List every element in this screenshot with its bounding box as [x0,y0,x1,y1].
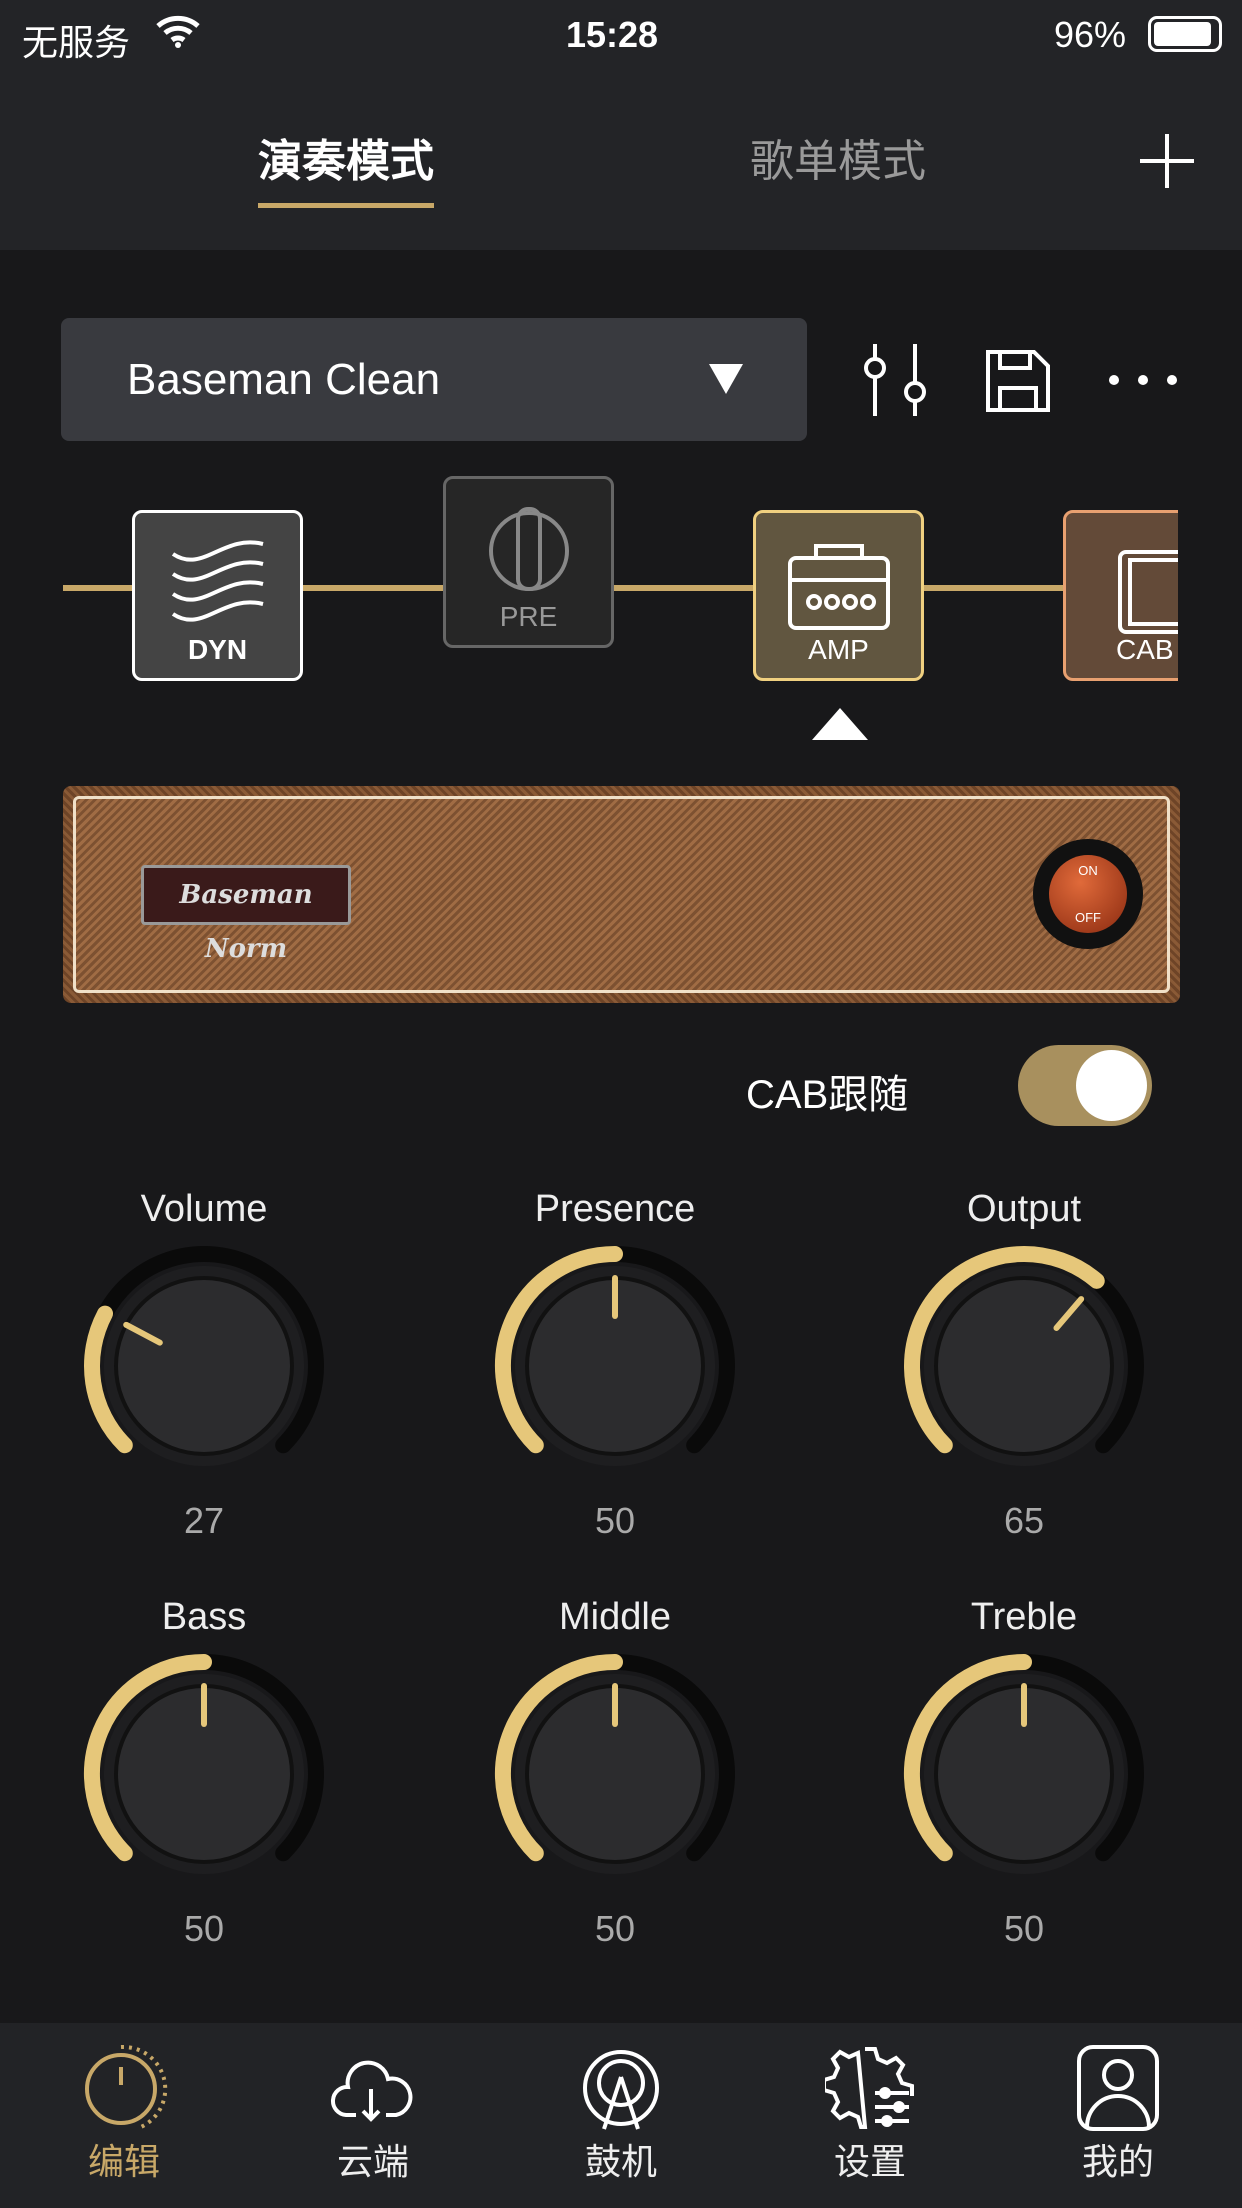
block-label: AMP [808,634,869,665]
battery-icon [1148,16,1222,52]
chain-block-dyn[interactable]: DYN [132,510,303,681]
active-tab-underline [258,203,434,208]
knob-output[interactable] [884,1226,1164,1506]
amp-panel: Baseman Norm ON OFF [63,786,1180,1003]
nav-cloud[interactable]: 云端 [273,2043,473,2185]
switch-off-label: OFF [1075,910,1101,925]
chevron-down-icon [709,364,743,394]
amp-head-icon [787,544,890,630]
nav-edit[interactable]: 编辑 [24,2043,224,2185]
user-profile-icon [1077,2045,1159,2131]
nav-label: 鼓机 [584,2141,657,2182]
chain-block-cab[interactable]: CAB [1063,510,1178,681]
amp-model-badge: Baseman Norm [141,865,351,964]
cab-follow-label: CAB跟随 [746,1073,909,1117]
clock: 15:28 [566,14,659,55]
nav-label: 云端 [336,2141,409,2182]
knob-label: Presence [534,1188,696,1230]
switch-on-label: ON [1078,863,1098,878]
knob-value: 50 [183,1908,225,1949]
knob-value: 50 [594,1908,636,1949]
nav-settings[interactable]: 设置 [770,2043,970,2185]
knob-label: Output [966,1188,1082,1230]
block-label: CAB [1116,634,1174,665]
nav-drum[interactable]: 鼓机 [521,2043,721,2185]
block-label: PRE [499,601,558,632]
carrier: 无服务 [22,22,131,63]
drum-icon [583,2050,659,2130]
bottom-tab-bar: 编辑 云端 鼓机 设置 我的 [0,2023,1242,2208]
knob-body [114,1276,294,1456]
tab-perform-mode[interactable]: 演奏模式 [258,125,434,208]
nav-profile[interactable]: 我的 [1018,2043,1218,2185]
chain-block-pre[interactable]: PRE [443,476,614,648]
selected-block-indicator [812,708,868,740]
dynamics-waves-icon [171,540,263,622]
cloud-download-icon [330,2060,413,2122]
knob-bass[interactable] [64,1634,344,1914]
knob-value: 65 [1003,1500,1045,1541]
preamp-knob-icon [488,507,569,591]
knob-icon [85,2044,168,2129]
preset-dropdown[interactable]: Baseman Clean [61,318,807,441]
knob-label: Middle [559,1596,671,1638]
status-bar: 无服务 15:28 96% [0,0,1242,70]
cabinet-icon [1118,550,1178,634]
save-icon[interactable] [984,348,1052,414]
tab-label: 演奏模式 [258,137,434,186]
tab-playlist-mode[interactable]: 歌单模式 [750,125,926,189]
amp-power-switch[interactable]: ON OFF [1033,839,1143,949]
knob-label: Bass [161,1596,247,1638]
knob-value: 50 [594,1500,636,1541]
nav-label: 编辑 [87,2141,160,2182]
battery-percent: 96% [1054,14,1127,55]
mixer-sliders-icon[interactable] [860,344,930,416]
knob-volume[interactable] [64,1226,344,1506]
nav-label: 我的 [1081,2141,1154,2182]
knob-presence[interactable] [475,1226,755,1506]
more-icon[interactable] [1108,372,1178,388]
settings-gear-icon [825,2047,914,2129]
knob-label: Volume [140,1188,268,1230]
chain-block-amp[interactable]: AMP [753,510,924,681]
preset-name: Baseman Clean [127,354,441,404]
knob-label: Treble [970,1596,1078,1638]
nav-label: 设置 [833,2141,906,2182]
knob-body [934,1276,1114,1456]
knob-treble[interactable] [884,1634,1164,1914]
signal-chain: DYN PRE AMP CAB [0,470,1178,690]
knob-middle[interactable] [475,1634,755,1914]
cab-follow-toggle[interactable] [1018,1045,1152,1126]
knob-value: 27 [183,1500,225,1541]
block-label: DYN [187,634,248,665]
knob-value: 50 [1003,1908,1045,1949]
wifi-icon [156,15,200,48]
mode-header: 演奏模式 歌单模式 [0,70,1242,250]
plus-icon[interactable] [1138,132,1196,190]
